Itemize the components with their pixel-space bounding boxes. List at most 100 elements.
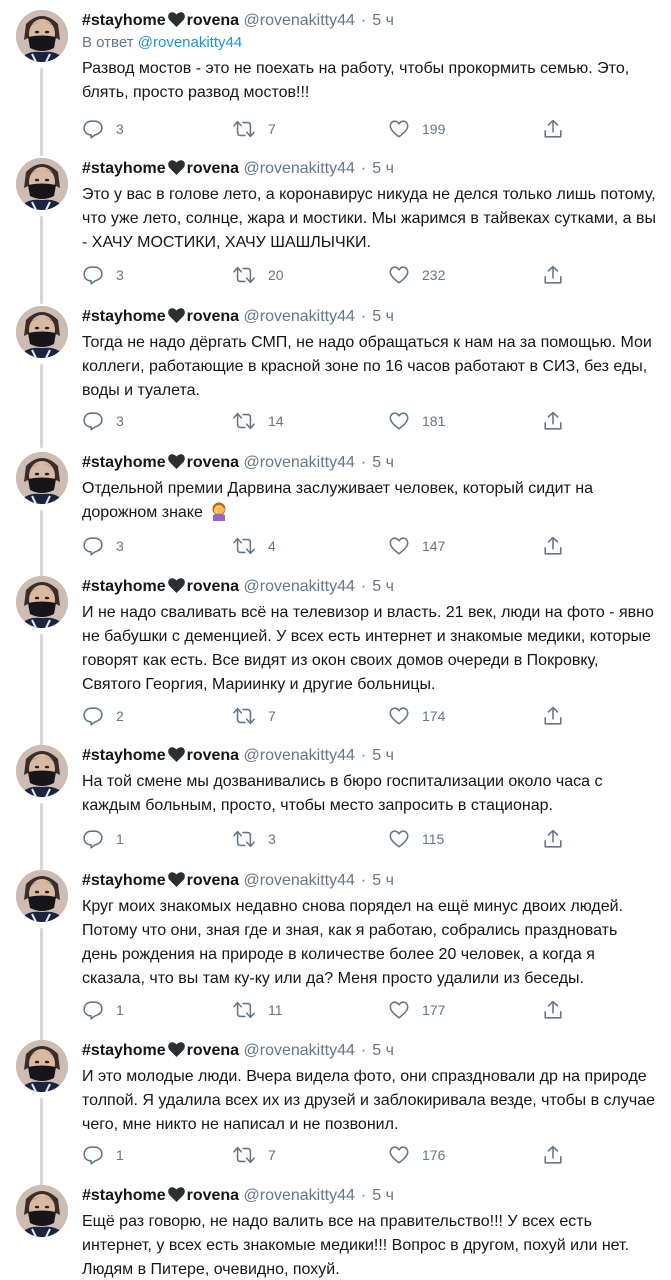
handle[interactable]: @rovenakitty44 — [244, 454, 355, 471]
like-icon — [389, 412, 409, 430]
retweet-icon — [233, 266, 255, 284]
black-heart-icon — [167, 1042, 185, 1057]
reply-button[interactable]: 1 — [82, 1143, 124, 1167]
handle[interactable]: @rovenakitty44 — [244, 1042, 355, 1059]
display-name[interactable]: #stayhome rovena — [82, 1187, 239, 1204]
tweet-header: #stayhome rovena @rovenakitty44 · 5 ч — [82, 1185, 657, 1207]
share-button[interactable] — [542, 409, 564, 433]
tweet-actions: 2 7 174 — [82, 704, 582, 728]
avatar[interactable] — [16, 1040, 68, 1092]
handle[interactable]: @rovenakitty44 — [244, 747, 355, 764]
retweet-button[interactable]: 7 — [232, 1143, 276, 1167]
avatar-image — [16, 576, 68, 628]
display-name[interactable]: #stayhome rovena — [82, 308, 239, 325]
black-heart-icon — [167, 308, 185, 323]
retweet-count: 4 — [268, 538, 276, 554]
retweet-button[interactable]: 14 — [232, 409, 284, 433]
avatar[interactable] — [16, 452, 68, 504]
timestamp[interactable]: 5 ч — [372, 1042, 394, 1059]
display-name[interactable]: #stayhome rovena — [82, 747, 239, 764]
handle[interactable]: @rovenakitty44 — [244, 578, 355, 595]
timestamp[interactable]: 5 ч — [372, 454, 394, 471]
share-button[interactable] — [542, 827, 564, 851]
like-button[interactable]: 181 — [388, 409, 445, 433]
handle[interactable]: @rovenakitty44 — [244, 12, 355, 29]
tweet-actions: 3 7 199 — [82, 117, 582, 141]
separator-dot: · — [360, 1042, 367, 1059]
share-button[interactable] — [542, 534, 564, 558]
display-name[interactable]: #stayhome rovena — [82, 160, 239, 177]
retweet-button[interactable]: 11 — [232, 998, 283, 1022]
reply-button[interactable]: 1 — [82, 998, 124, 1022]
reply-button[interactable]: 3 — [82, 263, 124, 287]
display-name-part1: #stayhome — [82, 1187, 166, 1204]
display-name-part2: rovena — [186, 160, 240, 177]
retweet-button[interactable]: 3 — [232, 827, 276, 851]
timestamp[interactable]: 5 ч — [372, 747, 394, 764]
avatar[interactable] — [16, 870, 68, 922]
timestamp[interactable]: 5 ч — [372, 872, 394, 889]
retweet-icon — [233, 830, 255, 848]
display-name-part2: rovena — [186, 1187, 240, 1204]
reply-button[interactable]: 1 — [82, 827, 124, 851]
handle[interactable]: @rovenakitty44 — [244, 1187, 355, 1204]
handle[interactable]: @rovenakitty44 — [244, 160, 355, 177]
timestamp[interactable]: 5 ч — [372, 1187, 394, 1204]
share-button[interactable] — [542, 998, 564, 1022]
display-name[interactable]: #stayhome rovena — [82, 1042, 239, 1059]
retweet-button[interactable]: 4 — [232, 534, 276, 558]
timestamp[interactable]: 5 ч — [372, 12, 394, 29]
like-icon — [389, 537, 409, 555]
like-count: 147 — [422, 538, 446, 554]
display-name[interactable]: #stayhome rovena — [82, 578, 239, 595]
reply-count: 3 — [116, 413, 124, 429]
like-button[interactable]: 177 — [388, 998, 445, 1022]
tweet-content: #stayhome rovena @rovenakitty44 · 5 ч Ещё р… — [82, 1185, 657, 1280]
share-button[interactable] — [542, 1143, 564, 1167]
reply-button[interactable]: 3 — [82, 534, 124, 558]
reply-button[interactable]: 3 — [82, 117, 124, 141]
reply-button[interactable]: 2 — [82, 704, 124, 728]
display-name-part2: rovena — [186, 308, 240, 325]
display-name[interactable]: #stayhome rovena — [82, 872, 239, 889]
like-button[interactable]: 174 — [388, 704, 445, 728]
display-name-part1: #stayhome — [82, 160, 166, 177]
display-name[interactable]: #stayhome rovena — [82, 12, 239, 29]
like-button[interactable]: 199 — [388, 117, 445, 141]
like-button[interactable]: 176 — [388, 1143, 445, 1167]
retweet-button[interactable]: 20 — [232, 263, 284, 287]
like-button[interactable]: 232 — [388, 263, 445, 287]
reply-icon — [83, 412, 103, 431]
separator-dot: · — [360, 160, 367, 177]
timestamp[interactable]: 5 ч — [372, 160, 394, 177]
avatar[interactable] — [16, 745, 68, 797]
tweet-text-body: И не надо сваливать всё на телевизор и в… — [82, 604, 654, 693]
avatar[interactable] — [16, 306, 68, 358]
timestamp[interactable]: 5 ч — [372, 578, 394, 595]
retweet-button[interactable]: 7 — [232, 704, 276, 728]
share-button[interactable] — [542, 704, 564, 728]
handle[interactable]: @rovenakitty44 — [244, 872, 355, 889]
display-name[interactable]: #stayhome rovena — [82, 454, 239, 471]
reply-icon — [83, 266, 103, 285]
reply-button[interactable]: 3 — [82, 409, 124, 433]
avatar[interactable] — [16, 576, 68, 628]
avatar-image — [16, 452, 68, 504]
avatar[interactable] — [16, 10, 68, 62]
avatar[interactable] — [16, 158, 68, 210]
reply-to-mention[interactable]: @rovenakitty44 — [138, 34, 242, 51]
tweet-text: Тогда не надо дёргать СМП, не надо обращ… — [82, 331, 657, 403]
display-name-part2: rovena — [186, 578, 240, 595]
like-button[interactable]: 147 — [388, 534, 445, 558]
avatar[interactable] — [16, 1185, 68, 1237]
share-button[interactable] — [542, 117, 564, 141]
thread-connector-line — [40, 1098, 43, 1190]
retweet-button[interactable]: 7 — [232, 117, 276, 141]
timestamp[interactable]: 5 ч — [372, 308, 394, 325]
share-button[interactable] — [542, 263, 564, 287]
handle[interactable]: @rovenakitty44 — [244, 308, 355, 325]
tweet-text-body: Круг моих знакомых недавно снова порядел… — [82, 898, 623, 987]
like-button[interactable]: 115 — [388, 827, 444, 851]
reply-count: 1 — [116, 831, 124, 847]
like-count: 199 — [422, 121, 446, 137]
